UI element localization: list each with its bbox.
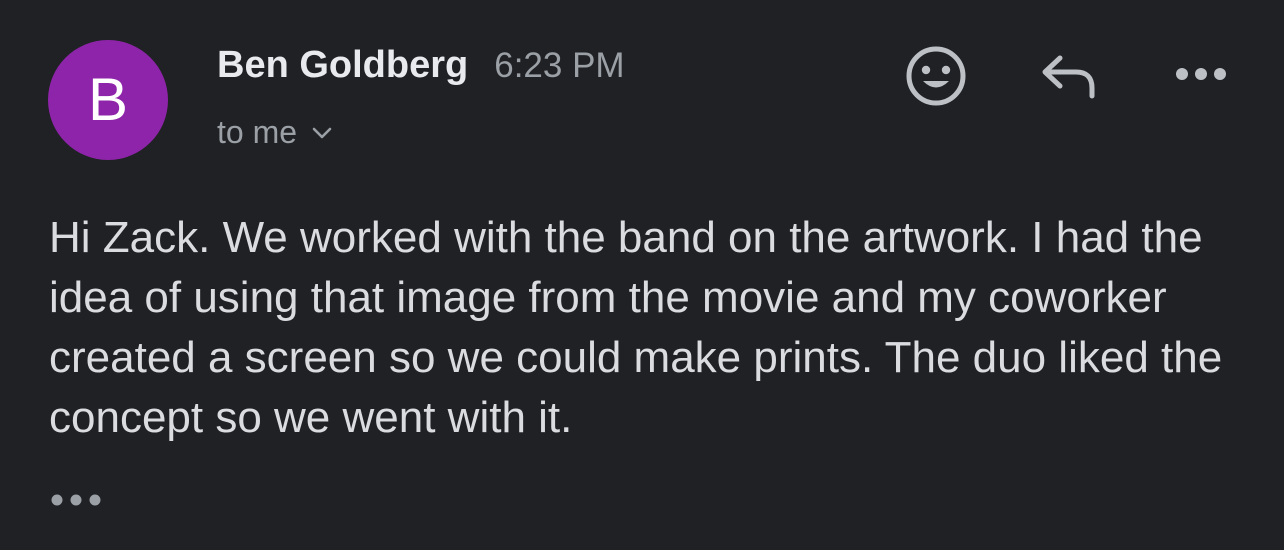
avatar-letter: B: [87, 66, 129, 133]
recipient-label: to me: [217, 114, 298, 150]
more-horizontal-icon: [1174, 66, 1228, 87]
smiley-icon: [904, 44, 968, 113]
chevron-down-icon: [311, 125, 333, 141]
recipient-toggle[interactable]: to me: [217, 114, 333, 151]
show-trimmed-content-button[interactable]: [48, 488, 108, 516]
add-reaction-button[interactable]: [902, 44, 970, 112]
timestamp: 6:23 PM: [494, 46, 625, 85]
sender-header: Ben Goldberg 6:23 PM: [217, 44, 625, 87]
reply-button[interactable]: [1036, 48, 1102, 108]
message-body: Hi Zack. We worked with the band on the …: [49, 213, 1223, 442]
sender-name[interactable]: Ben Goldberg: [217, 44, 468, 87]
avatar[interactable]: B: [48, 40, 168, 160]
ellipsis-icon: [48, 492, 104, 513]
reply-icon: [1038, 50, 1100, 107]
more-options-button[interactable]: [1168, 58, 1234, 94]
